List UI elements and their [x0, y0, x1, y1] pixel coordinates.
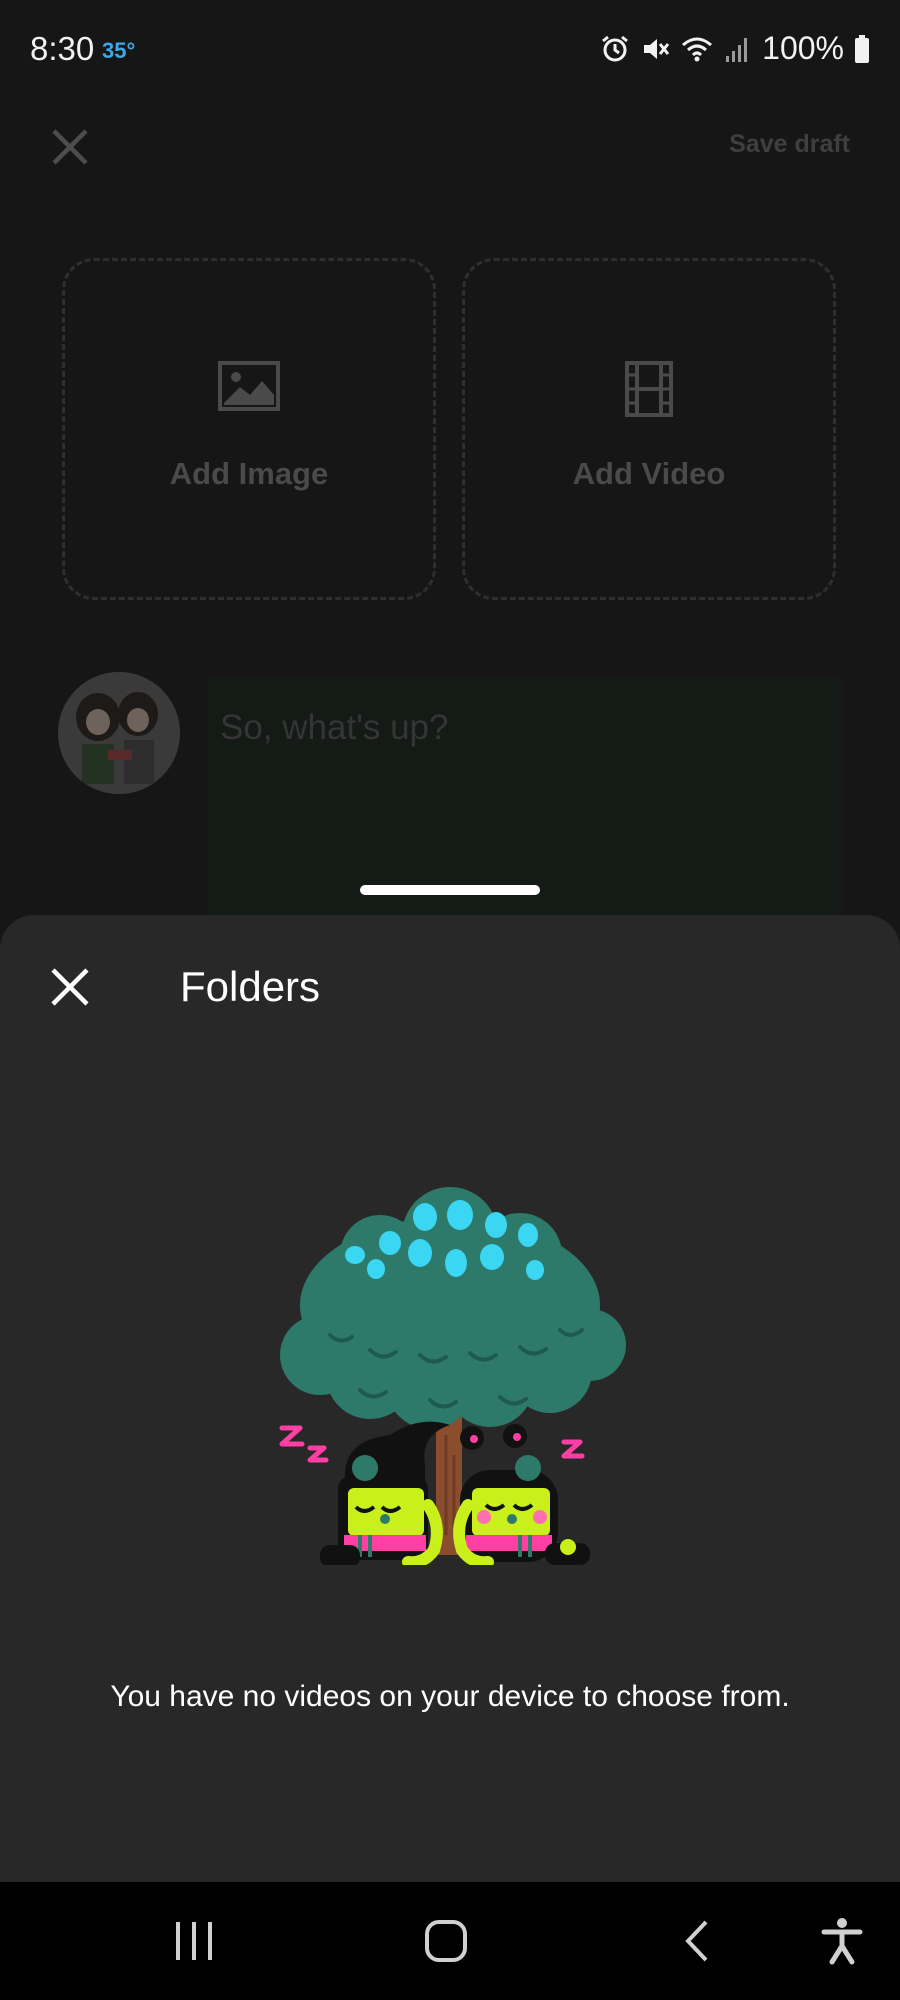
- mute-icon: [644, 38, 670, 59]
- post-placeholder: So, what's up?: [220, 708, 449, 747]
- status-temperature: 35°: [102, 38, 136, 63]
- folders-sheet: Folders You have no videos on your devic…: [0, 915, 900, 1882]
- close-icon[interactable]: [48, 965, 92, 1009]
- home-icon[interactable]: [423, 1916, 469, 1966]
- sheet-title: Folders: [180, 963, 321, 1010]
- add-video-button[interactable]: Add Video: [462, 258, 836, 600]
- avatar-image: [58, 672, 180, 794]
- sleeping-under-tree-illustration: [279, 1187, 626, 1565]
- add-image-label: Add Image: [169, 456, 329, 491]
- save-draft-button[interactable]: Save draft: [729, 130, 850, 159]
- post-text-input[interactable]: So, what's up?: [208, 678, 842, 920]
- avatar: [58, 672, 180, 794]
- recent-apps-icon[interactable]: [172, 1916, 216, 1966]
- post-composer: Save draft Add Image Add Video So, what'…: [0, 100, 900, 920]
- add-image-button[interactable]: Add Image: [62, 258, 436, 600]
- image-icon: [218, 361, 280, 411]
- system-navigation-bar: [0, 1882, 900, 2000]
- wifi-icon: [682, 37, 713, 61]
- status-icons: 100%: [600, 30, 870, 67]
- alarm-icon: [602, 35, 629, 61]
- back-icon[interactable]: [680, 1916, 716, 1966]
- empty-state-message: You have no videos on your device to cho…: [110, 1680, 790, 1713]
- battery-icon: [855, 34, 869, 63]
- accessibility-icon[interactable]: [820, 1916, 864, 1966]
- add-video-label: Add Video: [572, 456, 726, 491]
- sheet-drag-handle[interactable]: [360, 885, 540, 895]
- status-time: 8:30: [30, 30, 95, 67]
- status-bar: 8:30 35° 100%: [0, 0, 900, 100]
- film-icon: [625, 361, 673, 417]
- battery-percentage: 100%: [762, 30, 844, 66]
- signal-icon: [726, 37, 748, 62]
- close-composer-icon[interactable]: [46, 123, 94, 171]
